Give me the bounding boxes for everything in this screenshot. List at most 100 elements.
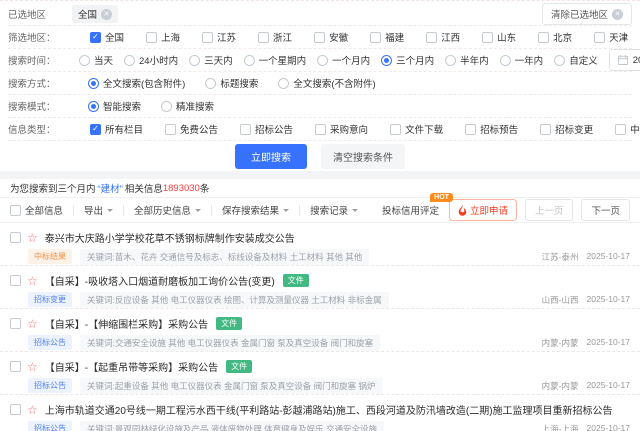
region-option-national[interactable]: 全国 bbox=[90, 30, 124, 44]
chevron-down-icon bbox=[195, 209, 201, 215]
chevron-down-icon bbox=[352, 209, 358, 215]
region-label: 山西-山西 bbox=[542, 294, 579, 306]
keywords-pill: 关键词:苗木、花卉 交通信号及标志、标线设备及材料 土工材料 其他 其他 bbox=[80, 249, 369, 265]
star-icon[interactable] bbox=[27, 361, 38, 373]
star-icon[interactable] bbox=[27, 275, 38, 287]
radio-icon bbox=[79, 55, 90, 66]
region-option-tianjin[interactable]: 天津 bbox=[594, 30, 628, 44]
checkbox-icon bbox=[165, 124, 176, 135]
type-option-award-result[interactable]: 中标结果 bbox=[615, 122, 640, 136]
time-option-24h[interactable]: 24小时内 bbox=[124, 53, 178, 67]
region-filter-label: 筛选地区： bbox=[8, 30, 68, 44]
type-option-free[interactable]: 免费公告 bbox=[165, 122, 218, 136]
remove-region-icon[interactable] bbox=[101, 9, 112, 20]
chevron-down-icon bbox=[107, 209, 113, 215]
result-title-link[interactable]: 上海市轨道交通20号线一期工程污水西干线(平利路站-彭越浦路站)施工、西段河道及… bbox=[45, 402, 613, 417]
checkbox-icon bbox=[315, 124, 326, 135]
type-tag: 招标变更 bbox=[28, 292, 72, 307]
search-records-dropdown[interactable]: 搜索记录 bbox=[310, 203, 358, 217]
date-label: 2025-10-17 bbox=[587, 251, 630, 263]
region-date: 内蒙-内蒙 2025-10-17 bbox=[534, 380, 630, 392]
result-title-link[interactable]: 【自采】-吸收塔入口烟道耐磨板加工询价公告(变更) bbox=[45, 273, 275, 288]
action-buttons-row: 立即搜索 清空搜索条件 bbox=[0, 141, 640, 171]
search-method-label: 搜索方式： bbox=[8, 76, 68, 90]
time-option-halfyear[interactable]: 半年内 bbox=[445, 53, 489, 67]
time-option-custom[interactable]: 自定义 bbox=[554, 53, 598, 67]
search-time-label: 搜索时间： bbox=[8, 53, 68, 67]
save-results-dropdown[interactable]: 保存搜索结果 bbox=[222, 203, 289, 217]
row-checkbox[interactable] bbox=[10, 318, 21, 329]
history-dropdown[interactable]: 全部历史信息 bbox=[134, 203, 201, 217]
search-mode-row: 搜索模式： 智能搜索 精准搜索 bbox=[8, 95, 632, 118]
prev-page-button[interactable]: 上一页 bbox=[525, 199, 574, 221]
type-option-tender-notice[interactable]: 招标公告 bbox=[240, 122, 293, 136]
option-label: 福建 bbox=[385, 30, 404, 44]
toolbar-divider bbox=[73, 205, 74, 216]
type-option-tender-preview[interactable]: 招标预告 bbox=[465, 122, 518, 136]
type-option-file-download[interactable]: 文件下载 bbox=[390, 122, 443, 136]
clear-conditions-button[interactable]: 清空搜索条件 bbox=[321, 144, 405, 169]
region-option-jiangsu[interactable]: 江苏 bbox=[202, 30, 236, 44]
export-dropdown[interactable]: 导出 bbox=[84, 203, 113, 217]
type-option-tender-change[interactable]: 招标变更 bbox=[540, 122, 593, 136]
option-label: 采购意向 bbox=[330, 122, 368, 136]
search-now-button[interactable]: 立即搜索 bbox=[235, 144, 307, 169]
result-row: 【自采】-【伸缩围栏采购】采购公告 文件 招标公告 关键词:交通安全设施 其他 … bbox=[0, 309, 640, 352]
option-label: 浙江 bbox=[273, 30, 292, 44]
method-option-fulltext-no-attachment[interactable]: 全文搜索(不含附件) bbox=[278, 76, 375, 90]
filter-panel: 已选地区 全国 清除已选地区 筛选地区： 全国 上海 江苏 浙江 安徽 福建 江… bbox=[0, 0, 640, 171]
select-all-checkbox[interactable]: 全部信息 bbox=[10, 203, 63, 217]
toolbar-divider bbox=[211, 205, 212, 216]
credit-rating[interactable]: 投标信用评定 HOT bbox=[382, 203, 439, 217]
checkbox-icon bbox=[615, 124, 626, 135]
option-label: 免费公告 bbox=[180, 122, 218, 136]
star-icon[interactable] bbox=[27, 232, 38, 244]
row-checkbox[interactable] bbox=[10, 361, 21, 372]
region-label: 内蒙-内蒙 bbox=[542, 380, 579, 392]
type-option-purchase-intent[interactable]: 采购意向 bbox=[315, 122, 368, 136]
search-time-row: 搜索时间： 当天 24小时内 三天内 一个星期内 一个月内 三个月内 半年内 一… bbox=[8, 49, 632, 72]
mode-option-smart[interactable]: 智能搜索 bbox=[88, 99, 141, 113]
option-label: 中标结果 bbox=[630, 122, 640, 136]
result-title-line: 【自采】-【起重吊带等采购】采购公告 文件 bbox=[10, 358, 630, 375]
mode-option-precise[interactable]: 精准搜索 bbox=[161, 99, 214, 113]
star-icon[interactable] bbox=[27, 318, 38, 330]
option-label: 一年内 bbox=[515, 53, 544, 67]
row-checkbox[interactable] bbox=[10, 275, 21, 286]
row-checkbox[interactable] bbox=[10, 232, 21, 243]
region-option-beijing[interactable]: 北京 bbox=[538, 30, 572, 44]
date-label: 2025-10-17 bbox=[587, 380, 630, 392]
radio-icon bbox=[554, 55, 565, 66]
date-range-input[interactable]: 2025-07-17 至 2025-10-17 bbox=[609, 49, 640, 71]
region-option-jiangxi[interactable]: 江西 bbox=[426, 30, 460, 44]
row-checkbox[interactable] bbox=[10, 404, 21, 415]
clear-selected-regions-button[interactable]: 清除已选地区 bbox=[542, 3, 632, 25]
next-page-button[interactable]: 下一页 bbox=[581, 199, 630, 221]
time-option-1week[interactable]: 一个星期内 bbox=[244, 53, 307, 67]
apply-now-button[interactable]: 立即申请 bbox=[449, 199, 517, 221]
result-title-link[interactable]: 泰兴市大庆路小学学校花草不锈钢标牌制作安装成交公告 bbox=[45, 230, 295, 245]
region-option-shandong[interactable]: 山东 bbox=[482, 30, 516, 44]
time-option-1year[interactable]: 一年内 bbox=[500, 53, 544, 67]
date-label: 2025-10-17 bbox=[587, 294, 630, 306]
region-option-zhejiang[interactable]: 浙江 bbox=[258, 30, 292, 44]
result-meta-line: 招标公告 关键词:交通安全设施 其他 电工仪器仪表 金属门窗 泵及真空设备 阀门… bbox=[28, 335, 630, 350]
star-icon[interactable] bbox=[27, 404, 38, 416]
info-type-label: 信息类型： bbox=[8, 122, 68, 136]
time-option-1month[interactable]: 一个月内 bbox=[317, 53, 370, 67]
time-option-3months[interactable]: 三个月内 bbox=[381, 53, 434, 67]
time-option-today[interactable]: 当天 bbox=[79, 53, 113, 67]
method-option-title[interactable]: 标题搜索 bbox=[205, 76, 258, 90]
region-option-shanghai[interactable]: 上海 bbox=[146, 30, 180, 44]
search-records-label: 搜索记录 bbox=[310, 203, 348, 217]
result-meta-line: 中标结果 关键词:苗木、花卉 交通信号及标志、标线设备及材料 土工材料 其他 其… bbox=[28, 249, 630, 264]
type-option-all[interactable]: 所有栏目 bbox=[90, 122, 143, 136]
time-option-3days[interactable]: 三天内 bbox=[189, 53, 233, 67]
result-title-link[interactable]: 【自采】-【起重吊带等采购】采购公告 bbox=[45, 359, 218, 374]
selected-region-tag: 全国 bbox=[72, 5, 118, 23]
region-option-fujian[interactable]: 福建 bbox=[370, 30, 404, 44]
method-option-fulltext-with-attachment[interactable]: 全文搜索(包含附件) bbox=[88, 76, 185, 90]
region-option-anhui[interactable]: 安徽 bbox=[314, 30, 348, 44]
option-label: 智能搜索 bbox=[103, 99, 141, 113]
result-title-link[interactable]: 【自采】-【伸缩围栏采购】采购公告 bbox=[45, 316, 208, 331]
